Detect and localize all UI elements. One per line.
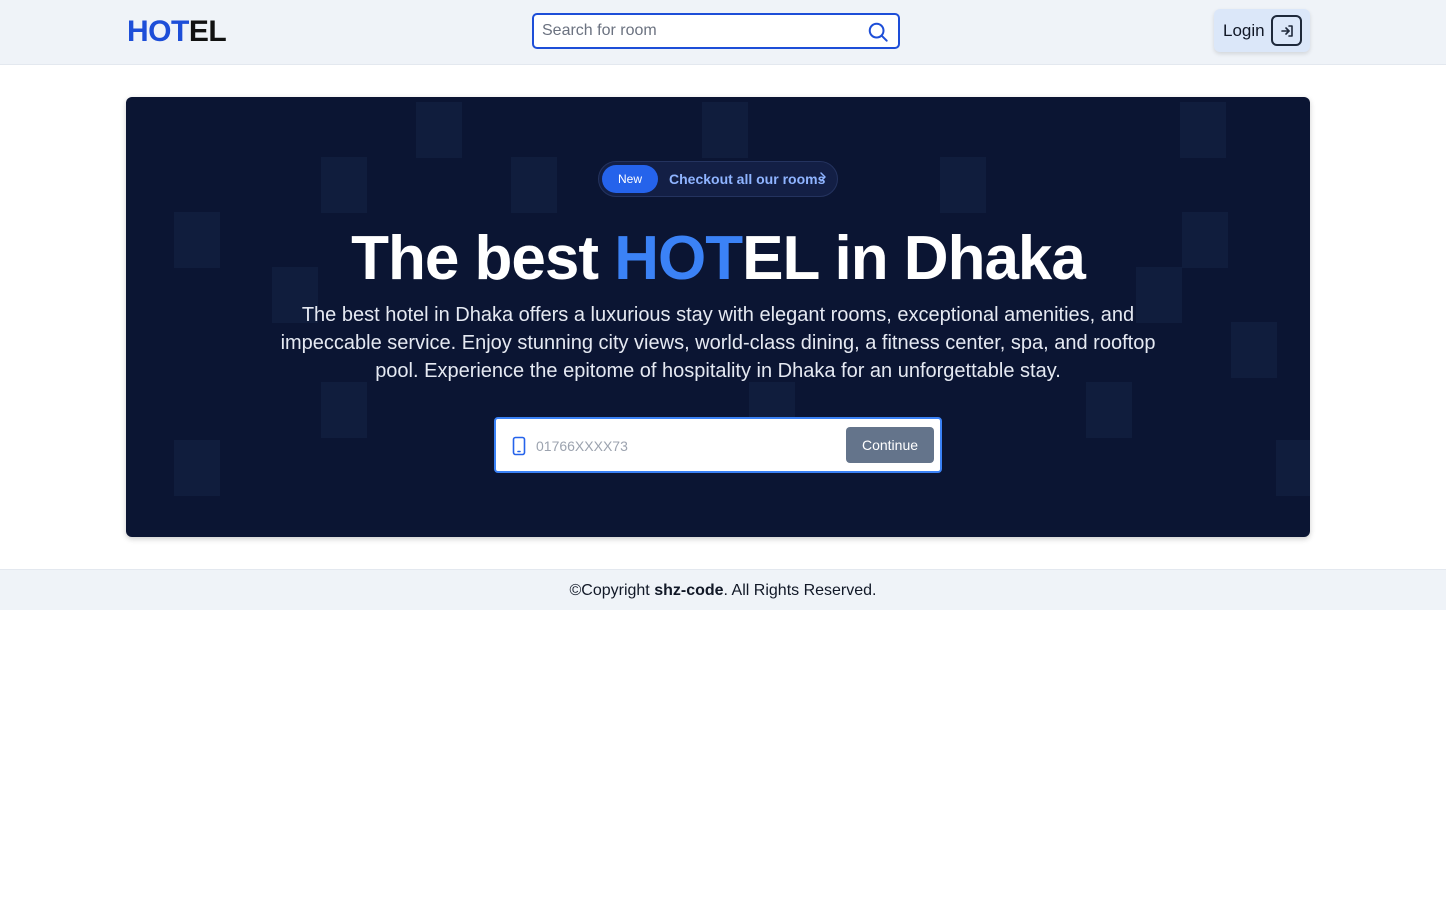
login-arrow-icon	[1271, 15, 1302, 46]
phone-form: Continue	[494, 417, 942, 473]
rooms-announcement-badge[interactable]: New Checkout all our rooms	[598, 161, 838, 197]
search-icon[interactable]	[866, 20, 890, 44]
search-input[interactable]	[542, 21, 852, 41]
headline-part-2: EL in Dhaka	[742, 224, 1086, 293]
phone-icon	[510, 435, 528, 457]
headline-highlight: HOT	[614, 224, 743, 293]
search-bar	[532, 13, 900, 49]
site-footer: ©Copyright shz-code. All Rights Reserved…	[0, 569, 1446, 610]
copyright-brand: shz-code	[654, 582, 724, 599]
headline-part-1: The best	[351, 224, 615, 293]
copyright-prefix: ©Copyright	[569, 582, 655, 599]
logo[interactable]: HOTEL	[127, 15, 227, 49]
site-header: HOTEL Login	[0, 0, 1446, 65]
login-button[interactable]: Login	[1214, 9, 1310, 52]
new-tag: New	[602, 165, 658, 193]
logo-part-hot: HOT	[127, 15, 189, 48]
hero-headline: The best HOTEL in Dhaka	[126, 222, 1310, 296]
hero-banner: New Checkout all our rooms The best HOTE…	[126, 97, 1310, 537]
logo-part-el: EL	[188, 15, 227, 48]
hero-description: The best hotel in Dhaka offers a luxurio…	[280, 304, 1156, 382]
login-label: Login	[1223, 21, 1265, 40]
copyright-suffix: . All Rights Reserved.	[723, 582, 877, 599]
phone-input[interactable]	[536, 435, 826, 457]
chevron-right-icon	[819, 171, 827, 186]
checkout-rooms-link[interactable]: Checkout all our rooms	[669, 171, 825, 187]
continue-button[interactable]: Continue	[846, 427, 934, 463]
